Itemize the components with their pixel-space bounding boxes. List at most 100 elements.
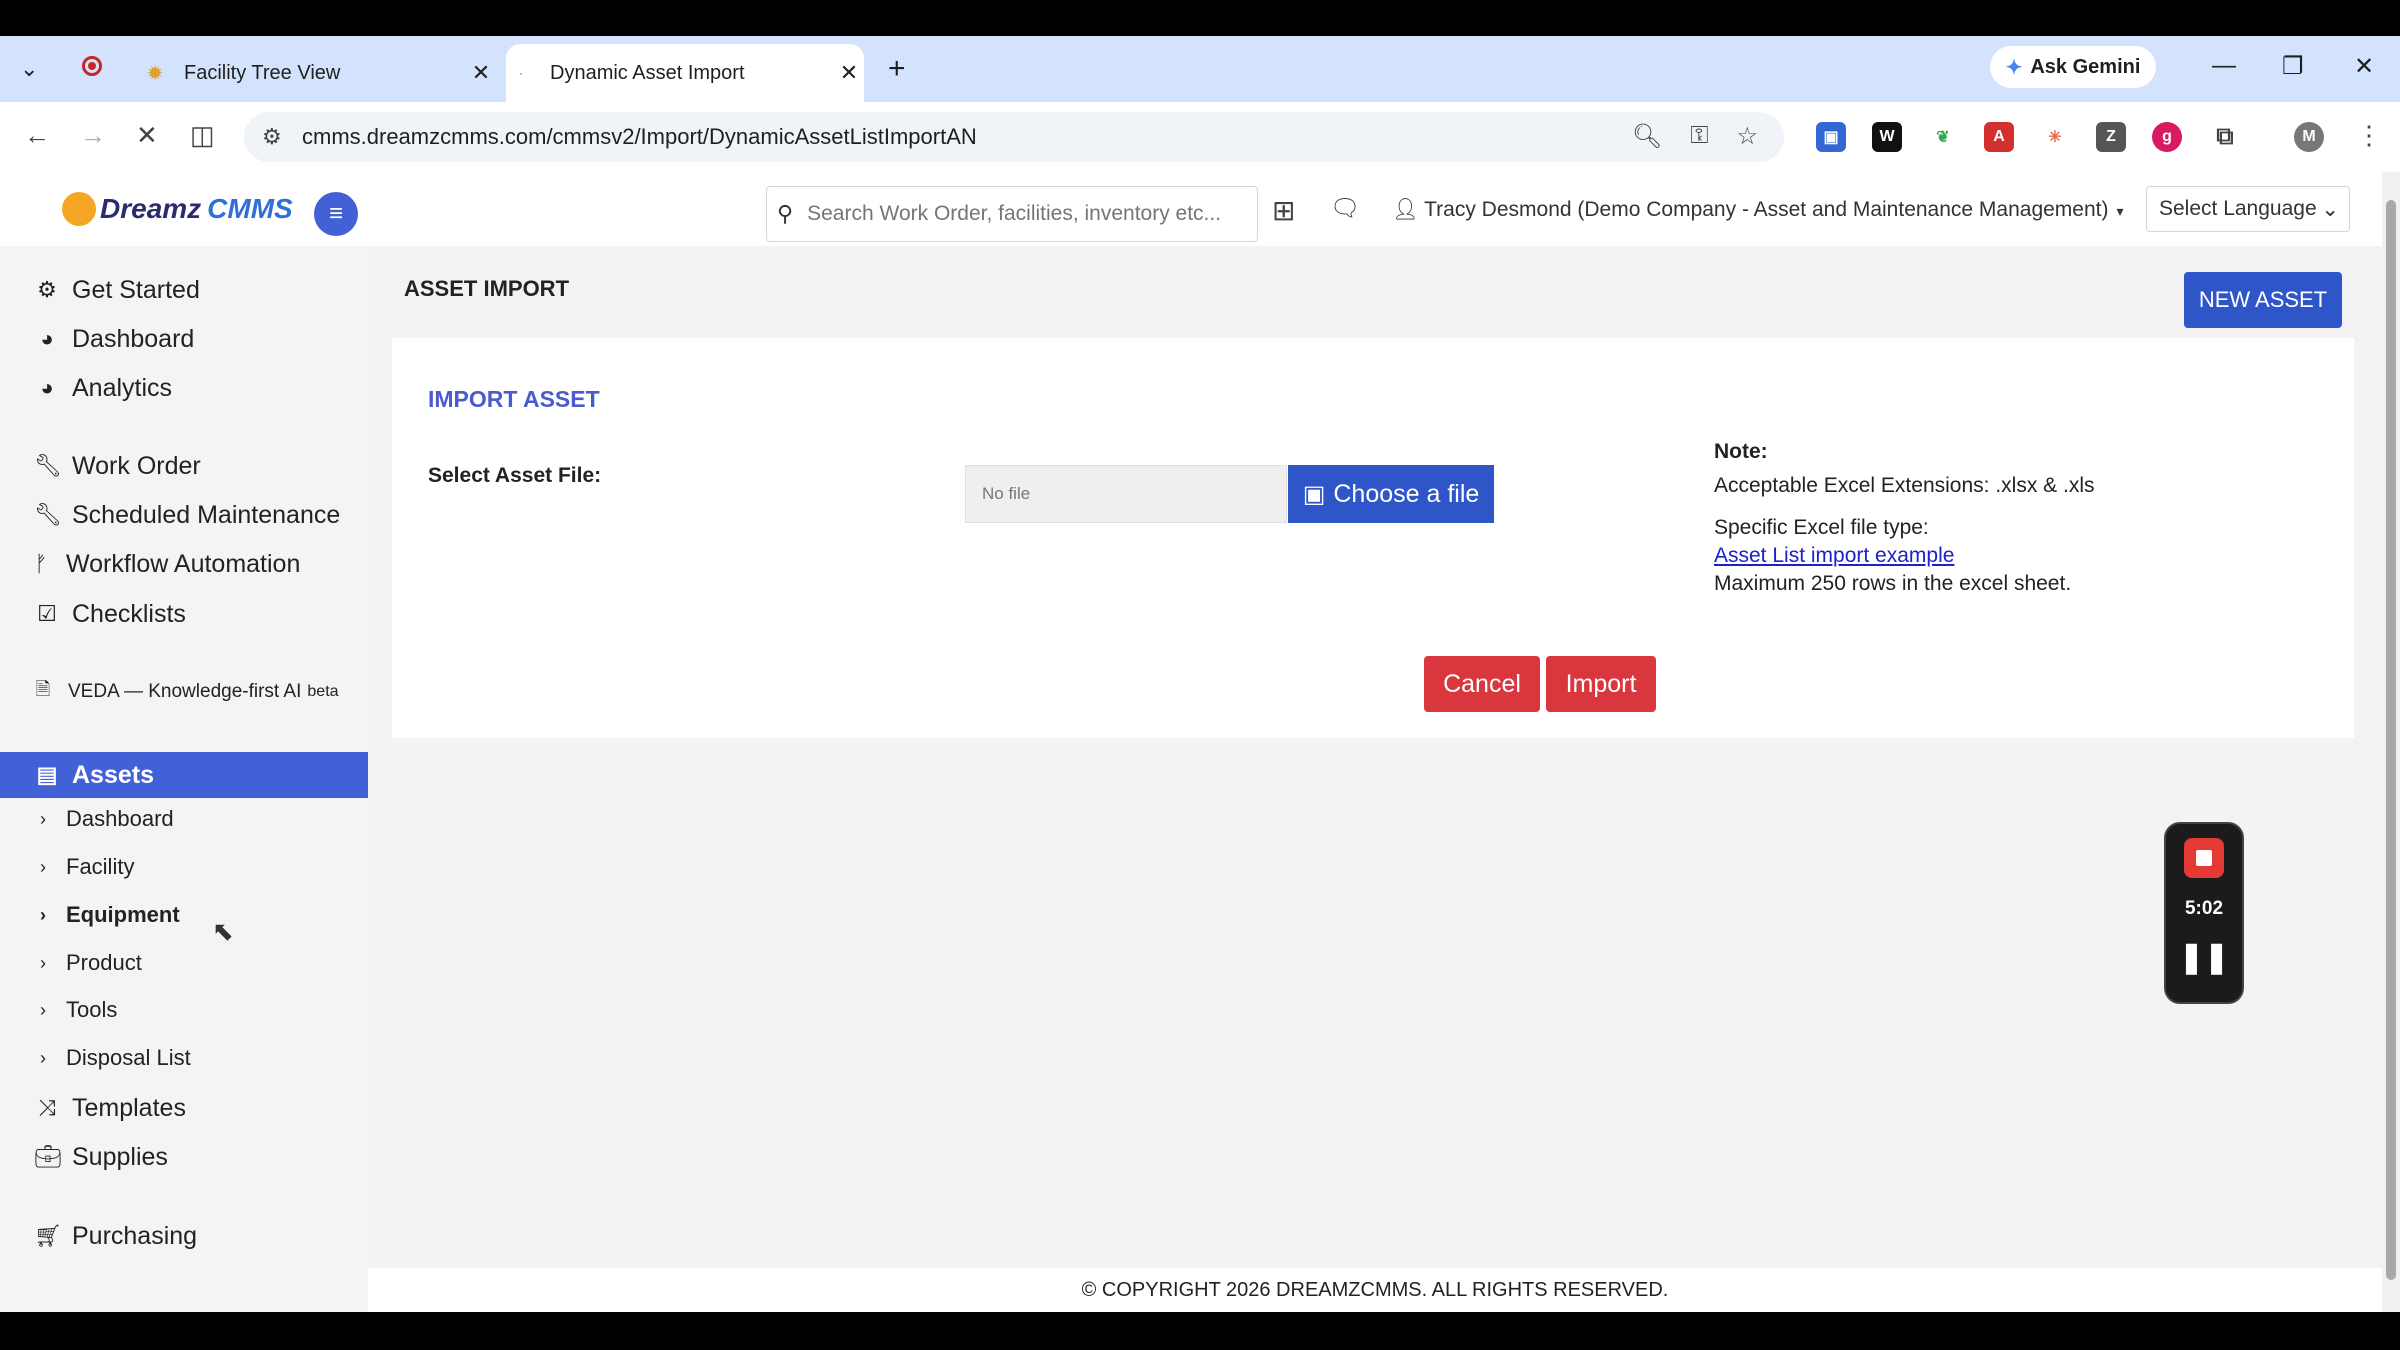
address-bar[interactable]: ⚙ cmms.dreamzcmms.com/cmmsv2/Import/Dyna… <box>244 112 1784 162</box>
sidebar-item-get-started[interactable]: ⚙ Get Started <box>0 270 368 310</box>
pause-icon[interactable]: ❚❚ <box>2166 940 2242 975</box>
dashboard-icon: ◕ <box>40 326 54 351</box>
hamburger-icon: ≡ <box>328 200 343 227</box>
sidebar-item-scheduled-maintenance[interactable]: 🔧︎ Scheduled Maintenance <box>0 495 368 535</box>
menu-kebab-icon[interactable]: ⋮ <box>2356 120 2382 151</box>
stop-recording-button[interactable] <box>2184 838 2224 878</box>
close-tab-icon[interactable]: ✕ <box>466 60 496 86</box>
ask-gemini-button[interactable]: ✦ Ask Gemini <box>1990 46 2156 88</box>
zoom-icon[interactable]: 🔍︎ <box>1632 122 1662 151</box>
minimize-icon[interactable]: — <box>2212 52 2236 80</box>
footer-copyright: © COPYRIGHT 2026 DREAMZCMMS. ALL RIGHTS … <box>368 1268 2382 1312</box>
document-icon: 🗎 <box>35 679 51 699</box>
sidebar-subitem-disposal-list[interactable]: › Disposal List <box>0 1038 368 1078</box>
asset-list-import-example-link[interactable]: Asset List import example <box>1714 544 1954 567</box>
sidebar-item-label: Checklists <box>72 599 186 628</box>
sidebar-item-templates[interactable]: ⤨ Templates <box>0 1088 368 1128</box>
user-menu[interactable]: 👤︎ Tracy Desmond (Demo Company - Asset a… <box>1392 198 2124 222</box>
extension-g-icon[interactable]: g <box>2152 122 2182 152</box>
sidebar-item-dashboard[interactable]: ◕ Dashboard <box>0 319 368 359</box>
profile-avatar[interactable]: M <box>2294 122 2324 152</box>
sidebar-item-veda[interactable]: 🗎 VEDA — Knowledge-first AI beta <box>0 672 368 712</box>
bookmark-star-icon[interactable]: ☆ <box>1736 122 1758 151</box>
wrench-icon: 🔧︎ <box>34 502 62 527</box>
sidebar-item-label: Facility <box>66 854 135 879</box>
extension-w-icon[interactable]: W <box>1872 122 1902 152</box>
sidebar-item-assets[interactable]: ▤ Assets <box>0 752 368 798</box>
sidebar-item-analytics[interactable]: ◕ Analytics <box>0 368 368 408</box>
close-tab-icon[interactable]: ✕ <box>834 60 864 86</box>
cancel-button[interactable]: Cancel <box>1424 656 1540 712</box>
sidebar-item-purchasing[interactable]: 🛒︎ Purchasing <box>0 1216 368 1256</box>
menu-toggle-button[interactable]: ≡ <box>314 192 358 236</box>
chat-icon[interactable]: 🗨︎ <box>1330 194 1360 223</box>
browser-toolbar: ← → ✕ ◫ ⚙ cmms.dreamzcmms.com/cmmsv2/Imp… <box>0 102 2400 173</box>
sidebar-item-workflow-automation[interactable]: ᚠ Workflow Automation <box>0 544 368 584</box>
record-indicator-icon[interactable] <box>82 56 102 76</box>
analytics-icon: ◕ <box>40 375 54 400</box>
forward-icon[interactable]: → <box>80 120 106 151</box>
sidebar: ⚙ Get Started ◕ Dashboard ◕ Analytics 🔧︎ Wor… <box>0 246 368 1312</box>
tab-search-chevron-icon[interactable]: ⌄ <box>20 56 38 82</box>
sidebar-item-supplies[interactable]: 💼︎ Supplies <box>0 1137 368 1177</box>
sidebar-item-label: Templates <box>72 1093 186 1122</box>
scan-qr-icon[interactable]: ⊞ <box>1272 194 1295 227</box>
close-window-icon[interactable]: ✕ <box>2354 52 2374 81</box>
new-asset-button[interactable]: NEW ASSET <box>2184 272 2342 328</box>
card-title: IMPORT ASSET <box>428 386 600 412</box>
sidebar-item-label: Dashboard <box>72 324 195 353</box>
dreamz-logo[interactable]: Dreamz CMMS <box>62 192 293 226</box>
sidebar-item-label: Equipment <box>66 902 180 927</box>
site-info-icon[interactable]: ⚙ <box>262 124 282 150</box>
password-key-icon[interactable]: ⚿ <box>1690 122 1708 151</box>
extension-asterisk-icon[interactable]: ✳ <box>2040 122 2070 152</box>
extension-badge-icon[interactable]: ▣ <box>1816 122 1846 152</box>
search-input[interactable] <box>805 201 1230 227</box>
sidebar-subitem-product[interactable]: › Product <box>0 943 368 983</box>
tab-facility-tree-view[interactable]: ✹ Facility Tree View ✕ <box>140 44 496 102</box>
screen-recorder-widget: 5:02 ❚❚ <box>2164 822 2244 1004</box>
extension-leaf-icon[interactable]: ❦ <box>1928 122 1958 152</box>
sidebar-item-label: Work Order <box>72 451 201 480</box>
sidebar-item-label: Dashboard <box>66 806 174 831</box>
chevron-right-icon: › <box>40 952 46 973</box>
sidebar-item-label: Purchasing <box>72 1221 198 1250</box>
language-select[interactable]: Select Language ⌄ <box>2146 186 2350 232</box>
sidebar-subitem-facility[interactable]: › Facility <box>0 847 368 887</box>
sidebar-subitem-equipment[interactable]: › Equipment <box>0 895 368 935</box>
import-button[interactable]: Import <box>1546 656 1656 712</box>
choose-file-button[interactable]: ▣ Choose a file <box>1288 465 1494 523</box>
select-asset-file-label: Select Asset File: <box>428 464 602 487</box>
back-icon[interactable]: ← <box>24 120 50 151</box>
restore-icon[interactable]: ❐ <box>2282 52 2304 81</box>
sidebar-subitem-dashboard[interactable]: › Dashboard <box>0 799 368 839</box>
wrench-icon: 🔧︎ <box>34 453 62 478</box>
recording-timer: 5:02 <box>2184 898 2224 919</box>
note-file-type: Specific Excel file type: <box>1714 516 1929 539</box>
logo-text: Dreamz <box>100 193 202 224</box>
main-content: ASSET IMPORT NEW ASSET IMPORT ASSET Sele… <box>368 246 2382 1312</box>
loading-favicon-icon: · <box>519 66 523 80</box>
top-black-bar <box>0 0 2400 36</box>
sidebar-subitem-tools[interactable]: › Tools <box>0 990 368 1030</box>
extension-pdf-icon[interactable]: A <box>1984 122 2014 152</box>
chevron-right-icon: › <box>40 999 46 1020</box>
sidebar-item-work-order[interactable]: 🔧︎ Work Order <box>0 446 368 486</box>
global-search: ⚲ <box>766 186 1258 242</box>
page-scrollbar[interactable] <box>2382 172 2400 1312</box>
file-name-field[interactable]: No file <box>965 465 1287 523</box>
scrollbar-thumb[interactable] <box>2386 200 2396 1280</box>
tab-dynamic-asset-import[interactable]: · Dynamic Asset Import ✕ <box>506 44 864 102</box>
cart-icon: 🛒︎ <box>34 1223 62 1248</box>
url-text: cmms.dreamzcmms.com/cmmsv2/Import/Dynami… <box>302 124 977 149</box>
gear-favicon-icon: ✹ <box>146 62 164 85</box>
extension-z-icon[interactable]: Z <box>2096 122 2126 152</box>
stop-loading-icon[interactable]: ✕ <box>136 120 158 151</box>
chevron-right-icon: › <box>40 1047 46 1068</box>
sidebar-item-checklists[interactable]: ☑ Checklists <box>0 594 368 634</box>
shuffle-icon: ⤨ <box>38 1095 56 1120</box>
mouse-cursor-icon: ⬉ <box>212 916 234 946</box>
new-tab-icon[interactable]: + <box>888 52 906 86</box>
split-view-icon[interactable]: ◫ <box>190 120 215 151</box>
extensions-puzzle-icon[interactable]: ⧉ <box>2210 122 2240 152</box>
